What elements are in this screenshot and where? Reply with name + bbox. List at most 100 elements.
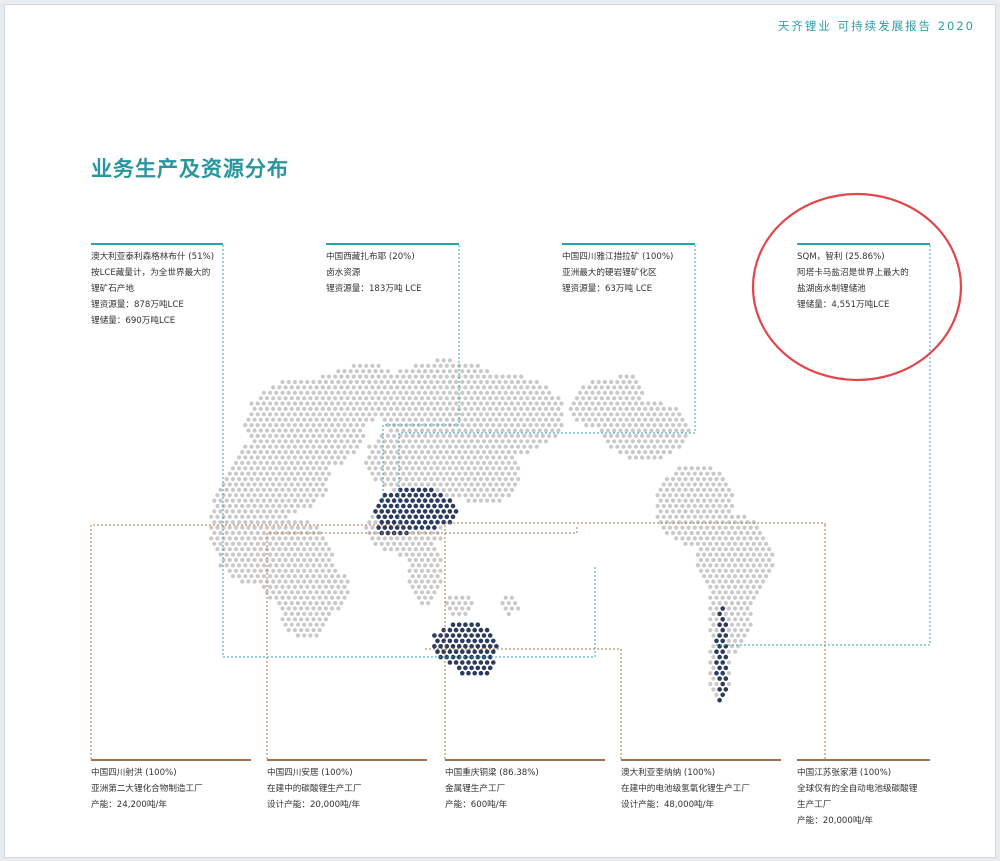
map-dot — [311, 541, 316, 546]
map-dot — [342, 401, 347, 406]
map-dot — [323, 487, 328, 492]
map-dot — [726, 681, 732, 687]
map-highlight-dot — [447, 660, 453, 665]
map-dot — [333, 406, 338, 411]
map-dot — [630, 374, 635, 379]
map-dot — [500, 601, 505, 606]
map-dot — [416, 412, 421, 417]
map-dot — [227, 525, 232, 530]
map-highlight-dot — [720, 627, 725, 633]
map-dot — [373, 401, 378, 406]
map-dot — [618, 385, 623, 390]
map-dot — [333, 601, 338, 606]
map-dot — [488, 482, 493, 487]
map-dot — [494, 439, 499, 444]
map-dot — [264, 503, 270, 509]
map-highlight-dot — [717, 665, 722, 671]
map-dot — [246, 503, 251, 509]
map-dot — [640, 433, 645, 438]
map-dot — [683, 423, 688, 428]
map-dot — [736, 525, 741, 530]
map-dot — [432, 590, 437, 595]
map-dot — [711, 525, 716, 530]
map-dot — [407, 547, 412, 552]
map-dot — [649, 450, 654, 455]
map-dot — [392, 455, 397, 460]
map-dot — [463, 374, 468, 379]
map-dot — [469, 471, 474, 476]
map-dot — [658, 498, 663, 503]
map-dot — [392, 444, 397, 449]
map-dot — [652, 444, 657, 449]
map-dot — [506, 601, 511, 606]
map-dot — [289, 493, 294, 498]
map-dot — [500, 482, 505, 487]
map-dot — [302, 439, 307, 444]
map-dot — [578, 401, 583, 406]
map-dot — [711, 655, 716, 660]
map-dot — [478, 487, 483, 492]
map-dot — [243, 541, 248, 546]
map-dot — [348, 401, 353, 406]
map-dot — [357, 417, 363, 422]
map-dot — [292, 487, 297, 492]
map-dot — [450, 460, 456, 465]
map-dot — [416, 390, 421, 395]
map-dot — [277, 568, 282, 573]
map-dot — [702, 520, 707, 525]
map-dot — [475, 482, 480, 487]
map-dot — [323, 433, 328, 438]
map-dot — [497, 455, 502, 460]
map-dot — [435, 477, 440, 482]
map-dot — [757, 574, 763, 579]
map-dot — [320, 417, 325, 422]
map-dot — [345, 396, 350, 401]
map-dot — [450, 601, 456, 606]
map-highlight-dot — [404, 487, 409, 493]
map-dot — [711, 644, 716, 649]
map-dot — [621, 379, 626, 385]
map-dot — [305, 520, 310, 525]
map-dot — [280, 595, 285, 600]
map-dot — [333, 460, 338, 465]
map-dot — [255, 498, 260, 503]
map-dot — [457, 493, 462, 498]
map-dot — [233, 493, 239, 498]
map-dot — [286, 595, 291, 600]
map-dot — [491, 487, 496, 492]
map-dot — [261, 487, 266, 492]
map-dot — [295, 385, 301, 390]
map-highlight-dot — [714, 649, 719, 654]
map-dot — [373, 369, 378, 374]
map-highlight-dot — [450, 644, 456, 649]
map-dot — [277, 439, 282, 444]
map-dot — [268, 520, 273, 525]
map-dot — [373, 390, 378, 395]
map-dot — [509, 444, 514, 449]
map-dot — [302, 417, 307, 422]
map-dot — [503, 390, 508, 395]
map-dot — [392, 401, 397, 406]
map-highlight-dot — [453, 660, 459, 665]
map-dot — [708, 595, 713, 600]
map-dot — [661, 503, 666, 509]
map-dot — [435, 412, 440, 417]
map-dot — [295, 579, 301, 584]
map-dot — [640, 401, 645, 406]
map-dot — [516, 390, 521, 395]
map-dot — [237, 455, 242, 460]
map-dot — [302, 568, 307, 573]
map-dot — [736, 590, 741, 595]
map-dot — [711, 687, 716, 692]
map-dot — [491, 412, 496, 417]
map-dot — [323, 455, 328, 460]
map-dot — [655, 493, 660, 498]
map-dot — [450, 471, 456, 476]
map-dot — [729, 503, 735, 509]
map-dot — [726, 487, 732, 492]
map-dot — [320, 460, 325, 465]
map-dot — [664, 530, 670, 536]
map-dot — [680, 493, 685, 498]
map-dot — [317, 563, 322, 568]
map-dot — [432, 439, 437, 444]
